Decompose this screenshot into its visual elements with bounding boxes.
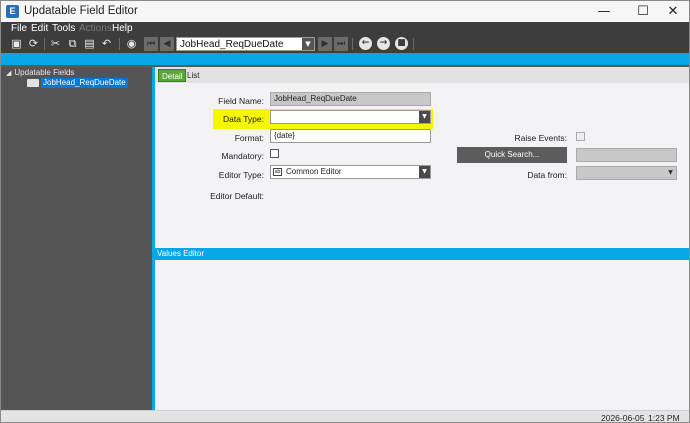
editor-type-icon: ab xyxy=(273,168,282,176)
last-record-icon[interactable]: ⏭ xyxy=(334,37,348,51)
data-type-label: Data Type: xyxy=(223,114,264,124)
mandatory-label: Mandatory: xyxy=(221,151,264,161)
toolbar-separator xyxy=(44,38,45,50)
title-bar: E Updatable Field Editor — ☐ ✕ xyxy=(1,1,689,22)
record-selector-value: JobHead_ReqDueDate xyxy=(180,39,284,50)
forward-icon[interactable]: → xyxy=(377,37,390,50)
menu-edit[interactable]: Edit xyxy=(31,23,48,34)
menu-actions: Actions xyxy=(79,23,112,34)
tree-root-updatable-fields[interactable]: ◢ Updatable Fields xyxy=(6,68,74,77)
window-title: Updatable Field Editor xyxy=(24,5,138,17)
menu-file[interactable]: File xyxy=(11,23,27,34)
app-window: E Updatable Field Editor — ☐ ✕ File Edit… xyxy=(0,0,690,423)
save-icon[interactable]: ▣ xyxy=(10,37,23,50)
chevron-down-icon[interactable]: ▼ xyxy=(302,38,314,50)
editor-type-dropdown[interactable]: ab Common Editor ▼ xyxy=(270,165,431,179)
toolbar-separator xyxy=(413,38,414,50)
menu-help[interactable]: Help xyxy=(112,23,133,34)
status-date: 2026-06-05 xyxy=(601,413,645,423)
close-button[interactable]: ✕ xyxy=(656,1,689,22)
raise-events-checkbox xyxy=(576,132,585,141)
tab-list[interactable]: List xyxy=(184,69,202,82)
data-type-dropdown[interactable]: ▼ xyxy=(270,110,431,124)
back-icon[interactable]: ← xyxy=(359,37,372,50)
next-record-icon[interactable]: ▶ xyxy=(318,37,332,51)
stop-icon[interactable]: ■ xyxy=(395,37,408,50)
cut-icon[interactable]: ✂ xyxy=(49,37,62,50)
refresh-icon[interactable]: ⟳ xyxy=(27,37,40,50)
editor-default-label: Editor Default: xyxy=(210,191,264,201)
menu-tools[interactable]: Tools xyxy=(52,23,75,34)
status-bar: 2026-06-05 1:23 PM xyxy=(1,410,689,423)
chevron-down-icon[interactable]: ▼ xyxy=(419,111,430,123)
field-name-field: JobHead_ReqDueDate xyxy=(270,92,431,106)
tab-detail[interactable]: Detail xyxy=(158,69,187,82)
menu-bar: File Edit Tools Actions Help xyxy=(1,22,689,35)
values-editor-header: Values Editor xyxy=(155,248,689,260)
expand-triangle-icon[interactable]: ◢ xyxy=(6,69,11,77)
chevron-down-icon[interactable]: ▼ xyxy=(419,166,430,178)
tree-item-label: JobHead_ReqDueDate xyxy=(41,78,128,88)
format-label: Format: xyxy=(234,133,264,143)
first-record-icon[interactable]: ⏮ xyxy=(144,37,158,51)
previous-record-icon[interactable]: ◀ xyxy=(160,37,174,51)
data-from-dropdown[interactable]: ▼ xyxy=(576,166,677,180)
tab-bar: Detail List xyxy=(155,67,689,83)
record-selector[interactable]: JobHead_ReqDueDate ▼ xyxy=(176,37,315,51)
tree-root-label: Updatable Fields xyxy=(14,68,75,77)
chevron-down-icon[interactable]: ▼ xyxy=(665,167,676,179)
editor-type-label: Editor Type: xyxy=(218,170,264,180)
undo-icon[interactable]: ↶ xyxy=(100,37,113,50)
values-editor-body xyxy=(155,260,689,410)
field-name-label: Field Name: xyxy=(218,96,264,106)
mandatory-checkbox[interactable] xyxy=(270,149,279,158)
folder-icon xyxy=(27,79,39,87)
copy-icon[interactable]: ⧉ xyxy=(66,37,79,50)
data-from-label: Data from: xyxy=(527,170,567,180)
quick-search-field xyxy=(576,148,677,162)
toolbar-separator xyxy=(352,38,353,50)
toolbar-separator xyxy=(119,38,120,50)
detail-panel: Detail List Field Name: JobHead_ReqDueDa… xyxy=(155,67,689,410)
tree-panel: ◢ Updatable Fields JobHead_ReqDueDate xyxy=(1,67,152,410)
status-time: 1:23 PM xyxy=(648,413,680,423)
toolbar: ▣ ⟳ ✂ ⧉ ▤ ↶ ◉ ⏮ ◀ JobHead_ReqDueDate ▼ ▶… xyxy=(1,35,689,53)
quick-search-button[interactable]: Quick Search... xyxy=(457,147,567,163)
editor-type-value: Common Editor xyxy=(286,167,342,176)
minimize-button[interactable]: — xyxy=(587,1,621,22)
maximize-button[interactable]: ☐ xyxy=(626,1,660,22)
header-accent-strip xyxy=(1,53,689,65)
format-field[interactable]: {date} xyxy=(270,129,431,143)
raise-events-label: Raise Events: xyxy=(514,133,567,143)
paste-icon[interactable]: ▤ xyxy=(83,37,96,50)
app-icon: E xyxy=(6,5,19,18)
binoculars-icon[interactable]: ◉ xyxy=(125,37,138,50)
